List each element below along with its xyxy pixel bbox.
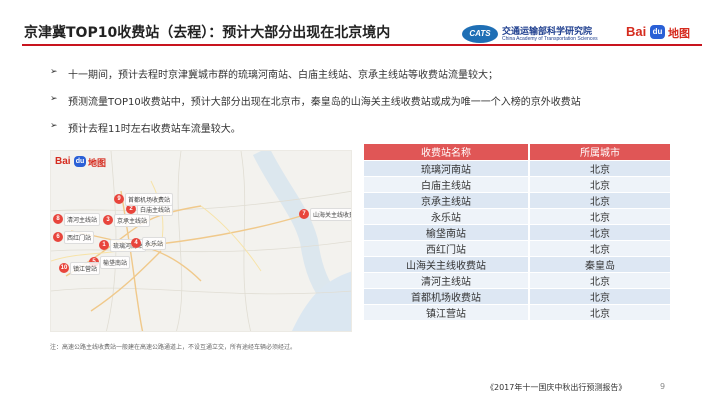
table-row: 清河主线站 北京	[364, 271, 670, 288]
baidu-wordmark: Bai	[626, 24, 647, 39]
city-cell: 北京	[528, 239, 670, 256]
map-pin-marker-icon: 7	[299, 209, 309, 219]
table-row: 琉璃河南站 北京	[364, 159, 670, 176]
bullet-text: 预计去程11时左右收费站车流量较大。	[68, 124, 241, 135]
city-cell: 北京	[528, 223, 670, 240]
bullet-list: ➢ 十一期间，预计去程时京津冀城市群的琉璃河南站、白庙主线站、京承主线站等收费站…	[50, 66, 690, 147]
bullet-item: ➢ 预测流量TOP10收费站中，预计大部分出现在北京市，秦皇岛的山海关主线收费站…	[50, 93, 690, 120]
map-pin-marker-icon: 1	[99, 240, 109, 250]
cats-name-en: China Academy of Transportation Sciences	[502, 36, 598, 42]
station-name-cell: 首都机场收费站	[364, 287, 529, 304]
map-pin-label: 清河主线站	[64, 213, 101, 226]
table-header-row: 收费站名称 所属城市	[364, 144, 670, 160]
station-name-cell: 白庙主线站	[364, 175, 529, 192]
table-row: 京承主线站 北京	[364, 191, 670, 208]
map-pin-label: 西红门站	[64, 231, 95, 244]
map-roads	[51, 151, 351, 331]
toll-station-map[interactable]: Bai du 地图 1 琉璃河南站 2 白庙主线站 3 京承主线站 4 永乐站 …	[50, 150, 352, 332]
header-divider	[22, 44, 702, 46]
table-row: 首都机场收费站 北京	[364, 287, 670, 304]
city-cell: 北京	[528, 175, 670, 192]
table-row: 西红门站 北京	[364, 239, 670, 256]
station-name-cell: 琉璃河南站	[364, 159, 529, 176]
toll-station-table: 收费站名称 所属城市 琉璃河南站 北京 白庙主线站 北京 京承主线站 北京 永乐…	[364, 144, 670, 320]
report-footer: 《2017年十一国庆中秋出行预测报告》	[486, 383, 627, 392]
bullet-text: 十一期间，预计去程时京津冀城市群的琉璃河南站、白庙主线站、京承主线站等收费站流量…	[68, 70, 498, 81]
column-header-station: 收费站名称	[364, 144, 529, 160]
station-name-cell: 山海关主线收费站	[364, 255, 529, 272]
city-cell: 北京	[528, 191, 670, 208]
table-row: 镇江营站 北京	[364, 303, 670, 320]
map-pin-label: 永乐站	[142, 237, 167, 250]
map-pin-label: 镇江营站	[70, 262, 101, 275]
station-name-cell: 西红门站	[364, 239, 529, 256]
city-cell: 北京	[528, 287, 670, 304]
map-pin-marker-icon: 4	[131, 238, 141, 248]
cats-logo: CATS 交通运输部科学研究院 China Academy of Transpo…	[462, 24, 622, 44]
baidu-paw-icon: du	[650, 25, 665, 39]
map-pin-marker-icon: 3	[103, 215, 113, 225]
slide-header: 京津冀TOP10收费站（去程）：预计大部分出现在北京境内 CATS 交通运输部科…	[0, 0, 720, 52]
cats-emblem-icon: CATS	[462, 25, 498, 43]
baidu-map-label: 地图	[88, 159, 107, 169]
map-pin-marker-icon: 6	[53, 232, 63, 242]
station-name-cell: 清河主线站	[364, 271, 529, 288]
baidu-map-logo: Bai du 地图	[626, 22, 706, 44]
page-number: 9	[660, 382, 666, 391]
bullet-item: ➢ 预计去程11时左右收费站车流量较大。	[50, 120, 690, 147]
city-cell: 北京	[528, 159, 670, 176]
arrow-bullet-icon: ➢	[50, 94, 58, 104]
table-row: 白庙主线站 北京	[364, 175, 670, 192]
station-name-cell: 镇江营站	[364, 303, 529, 320]
table-row: 榆垡南站 北京	[364, 223, 670, 240]
station-name-cell: 永乐站	[364, 207, 529, 224]
baidu-wordmark: Bai	[55, 156, 71, 167]
baidu-paw-icon: du	[74, 156, 86, 167]
map-pin-label: 山海关主线收费站	[310, 208, 351, 221]
city-cell: 秦皇岛	[528, 255, 670, 272]
footnote: 注：高速公路主线收费站一般建在高速公路通道上，不设互通立交，所有途经车辆必须经过…	[50, 344, 297, 351]
map-pin-label: 榆垡南站	[100, 256, 131, 269]
baidu-map-label: 地图	[668, 27, 690, 40]
column-header-city: 所属城市	[528, 144, 670, 160]
city-cell: 北京	[528, 271, 670, 288]
bullet-item: ➢ 十一期间，预计去程时京津冀城市群的琉璃河南站、白庙主线站、京承主线站等收费站…	[50, 66, 690, 93]
map-pin-marker-icon: 10	[59, 263, 69, 273]
map-pin-label: 京承主线站	[114, 214, 151, 227]
map-pin-marker-icon: 9	[114, 194, 124, 204]
station-name-cell: 京承主线站	[364, 191, 529, 208]
station-name-cell: 榆垡南站	[364, 223, 529, 240]
map-baidu-logo: Bai du 地图	[55, 155, 115, 171]
table-row: 山海关主线收费站 秦皇岛	[364, 255, 670, 272]
arrow-bullet-icon: ➢	[50, 67, 58, 77]
page-title: 京津冀TOP10收费站（去程）：预计大部分出现在北京境内	[24, 25, 391, 41]
bullet-text: 预测流量TOP10收费站中，预计大部分出现在北京市，秦皇岛的山海关主线收费站或成…	[68, 97, 581, 108]
city-cell: 北京	[528, 207, 670, 224]
map-pin-label: 首都机场收费站	[125, 193, 174, 206]
city-cell: 北京	[528, 303, 670, 320]
table-row: 永乐站 北京	[364, 207, 670, 224]
map-pin-marker-icon: 8	[53, 214, 63, 224]
arrow-bullet-icon: ➢	[50, 121, 58, 131]
